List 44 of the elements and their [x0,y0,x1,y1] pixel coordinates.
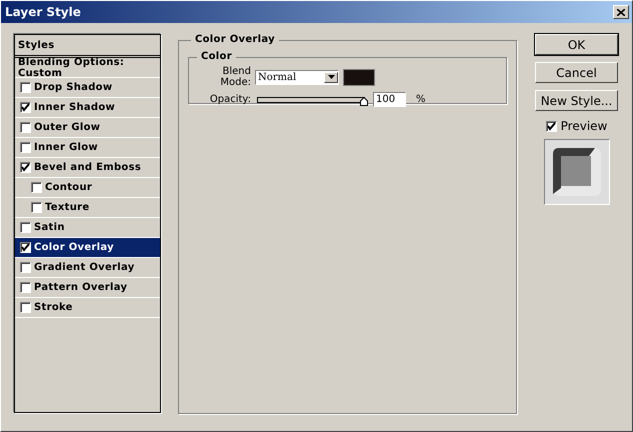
list-item[interactable]: Blending Options: Custom [15,58,160,78]
checkbox[interactable] [20,102,31,113]
list-item[interactable]: Contour [15,178,160,198]
close-button[interactable] [613,5,629,19]
window-title: Layer Style [5,5,81,19]
dialog-button[interactable]: OK [535,34,618,55]
checkbox[interactable] [20,142,31,153]
caret-icon [328,75,334,79]
checkbox[interactable] [20,222,31,233]
checkbox[interactable] [20,162,31,173]
checkbox[interactable] [31,182,42,193]
field-label: Blend Mode: [219,66,251,88]
group-title: Color Overlay [191,34,279,45]
checkbox[interactable] [546,120,557,132]
list-item[interactable]: Stroke [15,298,160,318]
list-item[interactable]: Color Overlay [15,238,160,258]
opacity-field[interactable]: 100 [373,92,406,107]
unit-label: % [416,94,426,105]
list-item[interactable]: Inner Shadow [15,98,160,118]
field-label: Opacity: [208,94,251,105]
list-item[interactable]: Inner Glow [15,138,160,158]
checkbox[interactable] [20,242,31,253]
checkbox-label: Preview [560,119,608,133]
list-item[interactable]: Gradient Overlay [15,258,160,278]
dialog-button[interactable]: New Style... [535,90,618,111]
color-swatch[interactable] [343,68,375,86]
list-item[interactable]: Texture [15,198,160,218]
panel-heading: Styles [15,35,160,58]
slider-thumb[interactable] [360,96,368,106]
checkbox[interactable] [20,82,31,93]
list-item[interactable]: Drop Shadow [15,78,160,98]
checkbox[interactable] [31,202,42,213]
group-title: Color [197,51,236,62]
checkbox[interactable] [20,122,31,133]
style-preview-icon [552,148,600,196]
blend-mode-dropdown[interactable]: Normal [255,70,339,84]
close-icon [617,8,625,16]
list-item[interactable]: Bevel and Emboss [15,158,160,178]
checkbox[interactable] [20,282,31,293]
dialog-button[interactable]: Cancel [535,62,618,83]
list-item[interactable]: Outer Glow [15,118,160,138]
checkbox[interactable] [20,262,31,273]
checkbox[interactable] [20,302,31,313]
list-item[interactable]: Pattern Overlay [15,278,160,298]
